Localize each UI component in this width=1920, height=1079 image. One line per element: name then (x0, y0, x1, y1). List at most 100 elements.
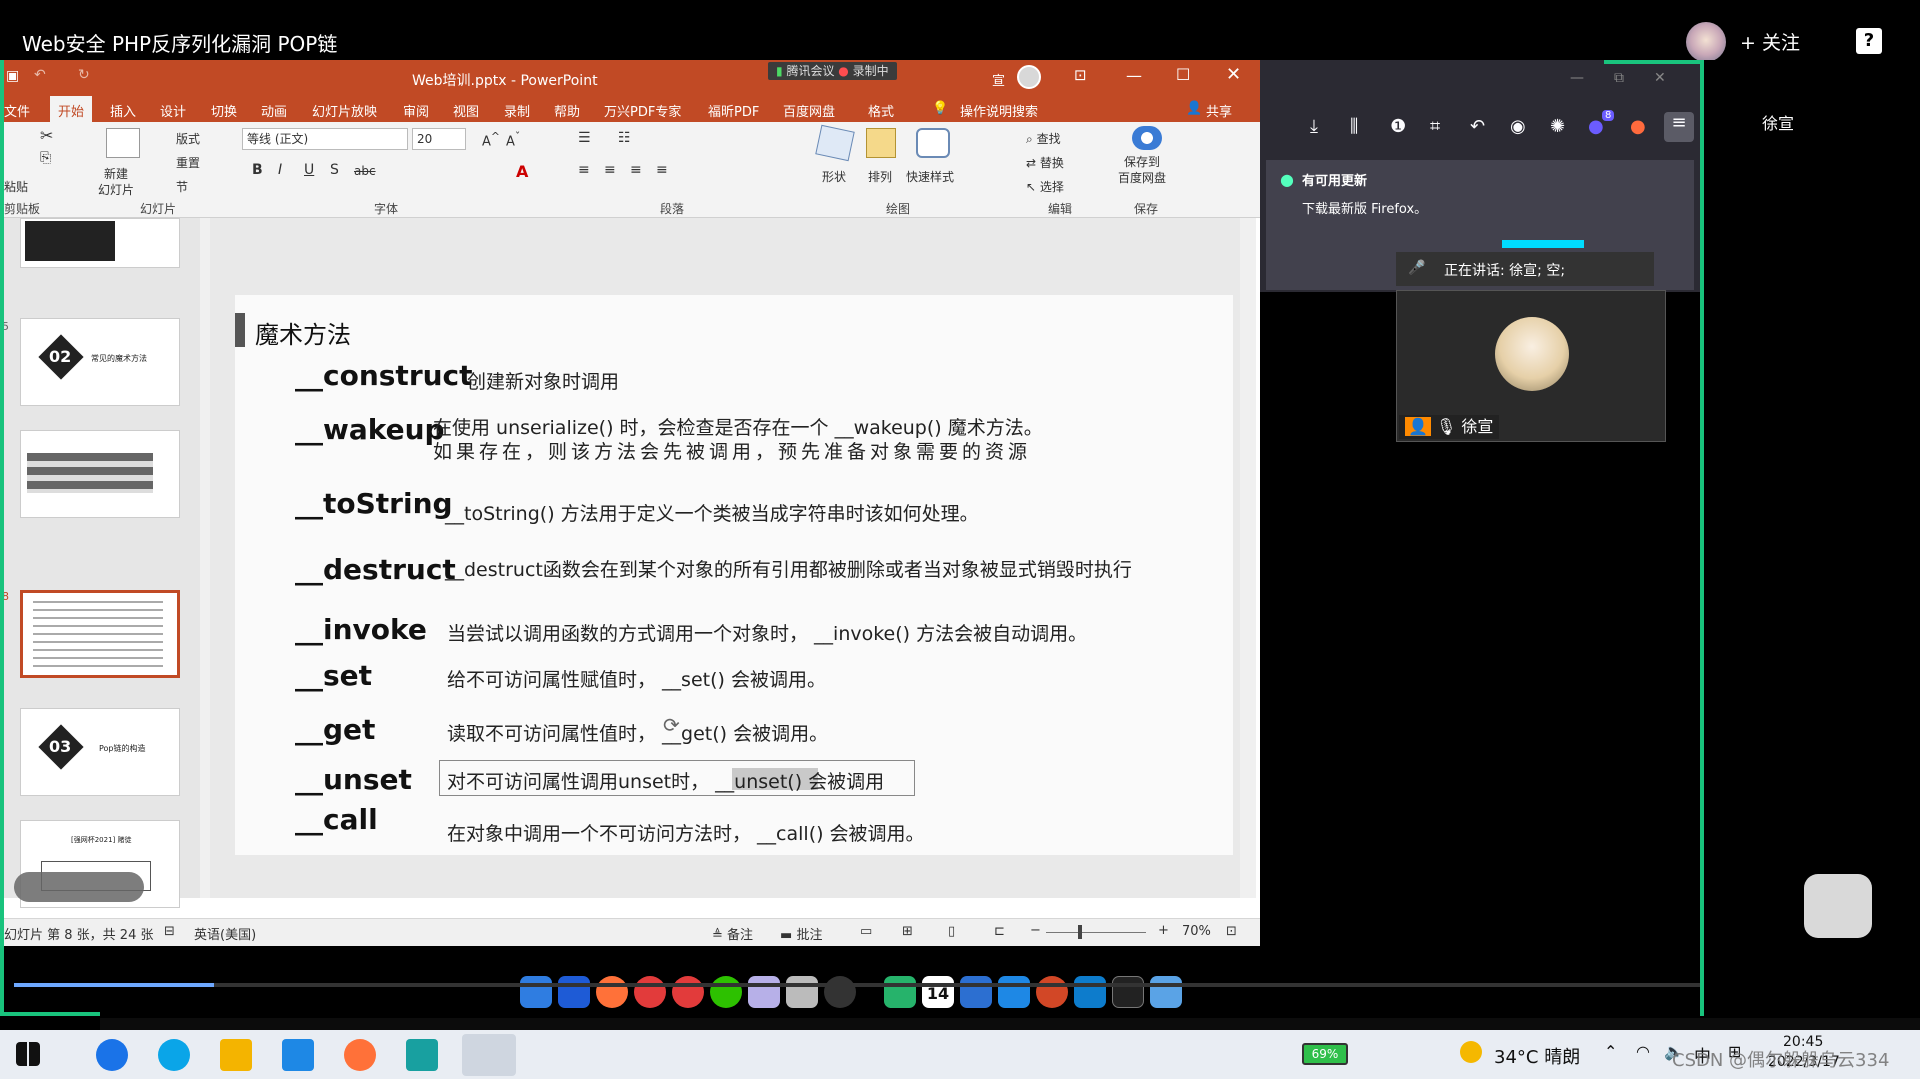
explorer-icon[interactable] (220, 1039, 252, 1071)
minimize-icon[interactable]: — (1126, 66, 1142, 85)
firefox-icon[interactable] (344, 1039, 376, 1071)
find-button[interactable]: ⌕ 查找 (1026, 130, 1061, 147)
thumbnail-slide-4[interactable] (20, 218, 180, 268)
wechat-dock-icon[interactable] (710, 976, 742, 1008)
fit-slide-icon[interactable]: ⊡ (1226, 924, 1237, 939)
image-dock-icon[interactable] (998, 976, 1030, 1008)
tab-foxit-pdf[interactable]: 福昕PDF (708, 101, 759, 120)
terminal-dock-icon[interactable] (1112, 976, 1144, 1008)
tab-transitions[interactable]: 切换 (211, 101, 237, 120)
app-dock-icon[interactable] (634, 976, 666, 1008)
arrange-button[interactable]: 排列 (868, 168, 892, 185)
cut-icon[interactable]: ✂ (40, 126, 53, 145)
help-icon[interactable]: ? (1856, 28, 1882, 54)
italic-icon[interactable]: I (278, 162, 282, 178)
tab-home[interactable]: 开始 (50, 96, 93, 122)
library-icon[interactable]: ⫼ (1350, 116, 1358, 137)
font-name-select[interactable]: 等线 (正文) (242, 128, 408, 150)
folder-dock-icon[interactable] (748, 976, 780, 1008)
shapes-icon[interactable] (815, 124, 855, 162)
uploader-avatar[interactable] (1686, 22, 1726, 62)
tab-view[interactable]: 视图 (453, 101, 479, 120)
battery-indicator[interactable]: 69% (1302, 1043, 1348, 1065)
info-icon[interactable]: ❶ (1390, 116, 1406, 137)
bold-icon[interactable]: B (252, 162, 263, 178)
player-mini-controls[interactable] (14, 872, 144, 902)
tab-insert[interactable]: 插入 (110, 101, 136, 120)
finder-dock-icon[interactable] (960, 976, 992, 1008)
zoom-in-icon[interactable]: + (1158, 923, 1169, 938)
update-primary-button[interactable] (1502, 240, 1584, 248)
new-slide-icon[interactable] (106, 128, 140, 158)
crop-icon[interactable]: ⌗ (1430, 116, 1440, 137)
layout-button[interactable]: 版式 (176, 130, 200, 147)
select-button[interactable]: ↖ 选择 (1026, 178, 1064, 195)
video-progress-track[interactable] (14, 983, 1700, 987)
extension-badge-icon[interactable]: ● (1588, 116, 1604, 137)
notes-button[interactable]: ≜ 备注 (712, 924, 753, 943)
zoom-out-icon[interactable]: − (1030, 923, 1041, 938)
redo-icon[interactable]: ↻ (78, 67, 90, 83)
reset-button[interactable]: 重置 (176, 154, 200, 171)
spellcheck-icon[interactable]: ⊟ (164, 924, 175, 939)
thumbnail-slide-5[interactable]: 02 常见的魔术方法 (20, 318, 180, 406)
rotate-handle-icon[interactable]: ⟳ (663, 713, 680, 737)
arrange-icon[interactable] (866, 128, 896, 158)
shrink-font-icon[interactable]: Aˇ (506, 130, 520, 149)
ie-icon[interactable] (158, 1039, 190, 1071)
firefox-window-controls[interactable]: —⧉✕ (1570, 70, 1696, 86)
thumbnail-slide-9[interactable]: 03 Pop链的构造 (20, 708, 180, 796)
replace-button[interactable]: ⇄ 替换 (1026, 154, 1064, 171)
normal-view-icon[interactable]: ▭ (860, 924, 872, 939)
thumbnail-slide-7[interactable] (20, 430, 180, 518)
active-app-icon[interactable] (462, 1034, 516, 1076)
edge-icon[interactable] (96, 1039, 128, 1071)
shadow-icon[interactable]: S (330, 162, 339, 178)
download-icon[interactable]: ⤓ (1310, 116, 1318, 137)
account-avatar[interactable] (1017, 65, 1041, 89)
weather-text[interactable]: 34°C 晴朗 (1494, 1043, 1580, 1069)
undo-icon[interactable]: ↶ (34, 67, 46, 83)
tab-design[interactable]: 设计 (160, 101, 186, 120)
tab-format[interactable]: 格式 (868, 101, 894, 120)
follow-button[interactable]: + 关注 (1740, 28, 1800, 55)
tab-review[interactable]: 审阅 (403, 101, 429, 120)
circle-icon[interactable]: ◉ (1510, 116, 1526, 137)
maximize-icon[interactable]: ☐ (1176, 65, 1190, 84)
tab-file[interactable]: 文件 (4, 101, 30, 120)
shapes-button[interactable]: 形状 (822, 168, 846, 185)
wifi-icon[interactable]: ◠ (1636, 1042, 1650, 1061)
lightning-app-icon[interactable] (406, 1039, 438, 1071)
align-left-icon[interactable]: ≡ (578, 162, 590, 178)
quick-styles-button[interactable]: 快速样式 (906, 168, 954, 185)
tab-wondershare-pdf[interactable]: 万兴PDF专家 (604, 101, 681, 120)
fox-icon[interactable]: ● (1630, 116, 1646, 137)
power-dock-icon[interactable] (824, 976, 856, 1008)
tab-animations[interactable]: 动画 (261, 101, 287, 120)
numbering-icon[interactable]: ☷ (618, 130, 631, 146)
calc-dock-icon[interactable] (558, 976, 590, 1008)
zoom-slider[interactable] (1046, 932, 1146, 933)
paste-button[interactable]: 粘贴 (4, 178, 28, 195)
extension-icon[interactable]: ✺ (1550, 116, 1565, 137)
zoom-slider-thumb[interactable] (1078, 925, 1082, 939)
quick-styles-icon[interactable] (916, 128, 950, 158)
share-button[interactable]: 共享 (1206, 101, 1232, 120)
close-icon[interactable]: ✕ (1226, 64, 1241, 85)
reading-view-icon[interactable]: ▯ (948, 924, 955, 939)
bullets-icon[interactable]: ☰ (578, 130, 591, 146)
powerpoint-dock-icon[interactable] (1036, 976, 1068, 1008)
menu-icon[interactable]: ≡ (1664, 112, 1694, 142)
tab-slideshow[interactable]: 幻灯片放映 (312, 101, 377, 120)
font-color-icon[interactable]: A (516, 162, 528, 181)
windows-start-icon[interactable] (16, 1042, 40, 1066)
align-center-icon[interactable]: ≡ (604, 162, 616, 178)
new-slide-button[interactable]: 新建 幻灯片 (98, 166, 134, 198)
participant-video[interactable]: 👤 🎙 徐宣 (1396, 290, 1666, 442)
play-icon[interactable] (1804, 874, 1872, 938)
recycle-dock-icon[interactable] (1150, 976, 1182, 1008)
b-app-dock-icon[interactable] (884, 976, 916, 1008)
slide-vertical-scrollbar[interactable] (1240, 218, 1256, 898)
tab-record[interactable]: 录制 (504, 101, 530, 120)
grow-font-icon[interactable]: A^ (482, 130, 500, 149)
